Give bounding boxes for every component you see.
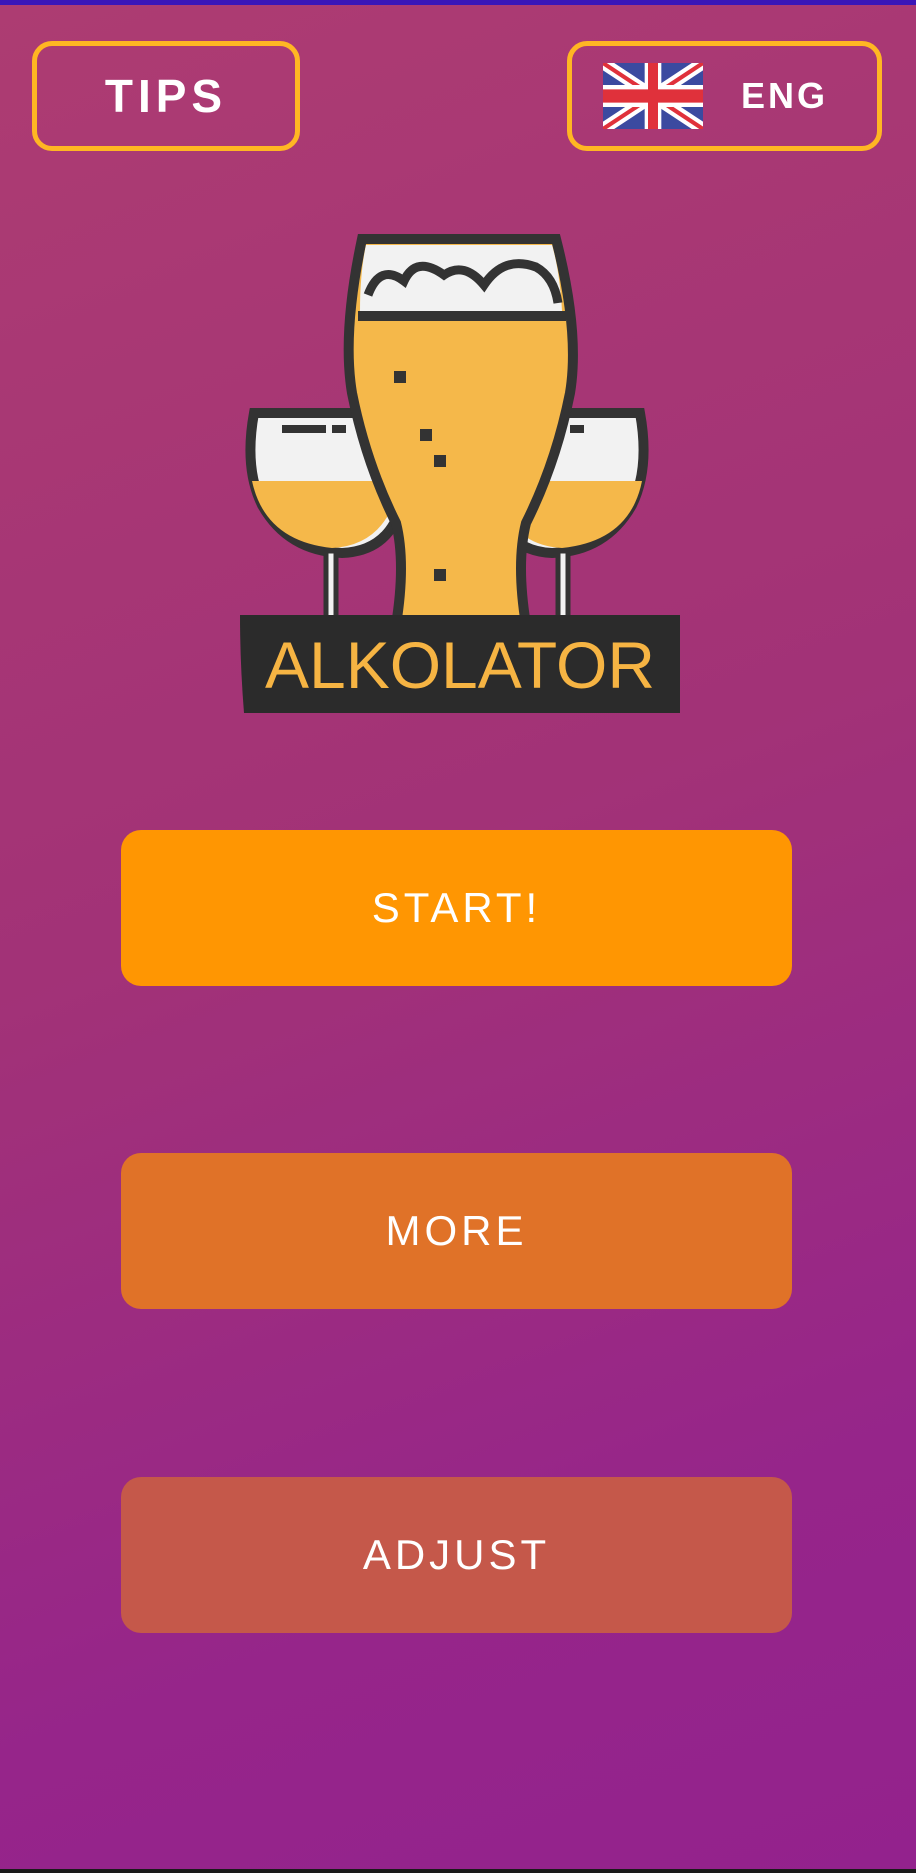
status-bar-strip	[0, 0, 916, 5]
alkolator-logo: ALKOLATOR	[240, 234, 680, 713]
tips-button-label: TIPS	[104, 70, 228, 122]
adjust-button-label: ADJUST	[362, 1531, 551, 1578]
logo-text: ALKOLATOR	[265, 628, 655, 702]
language-label: ENG	[741, 75, 829, 116]
adjust-button[interactable]: ADJUST	[121, 1477, 792, 1633]
start-button-label: START!	[371, 884, 542, 931]
uk-flag-icon	[603, 63, 703, 129]
tips-button[interactable]: TIPS	[32, 41, 300, 151]
more-button-label: MORE	[385, 1207, 528, 1254]
navigation-bar-strip	[0, 1869, 916, 1873]
language-button[interactable]: ENG	[567, 41, 882, 151]
more-button[interactable]: MORE	[121, 1153, 792, 1309]
start-button[interactable]: START!	[121, 830, 792, 986]
